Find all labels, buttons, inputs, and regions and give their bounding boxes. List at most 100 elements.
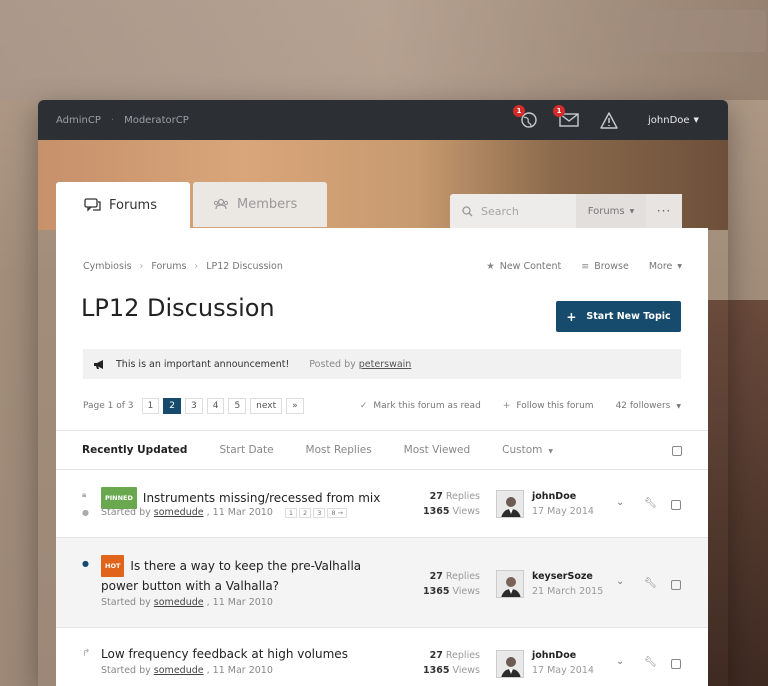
start-new-topic-label: Start New Topic <box>586 311 671 322</box>
topic-title-text: Is there a way to keep the pre-Valhalla … <box>101 559 362 593</box>
topic-page-link[interactable]: 3 <box>313 507 326 518</box>
tab-members[interactable]: Members <box>193 182 327 227</box>
replies-label: Replies <box>445 571 480 582</box>
reports-button[interactable] <box>596 109 622 131</box>
last-post-info: johnDoe 17 May 2014 <box>532 648 594 678</box>
follow-forum-link[interactable]: + Follow this forum <box>503 401 594 411</box>
announcement-meta: Posted by peterswain <box>309 359 411 370</box>
mark-read-label: Mark this forum as read <box>373 401 481 411</box>
tab-forums[interactable]: Forums <box>56 182 190 228</box>
messages-button[interactable]: 1 <box>553 105 582 131</box>
page-indicator: Page 1 of 3 <box>83 401 134 411</box>
caret-down-icon: ▼ <box>629 207 635 215</box>
sort-most-replies[interactable]: Most Replies <box>306 444 372 456</box>
breadcrumb-item[interactable]: Cymbiosis <box>83 261 132 272</box>
select-all-checkbox[interactable] <box>672 446 682 456</box>
admincp-link[interactable]: AdminCP <box>56 115 101 126</box>
sort-start-date[interactable]: Start Date <box>219 444 273 456</box>
breadcrumb-item[interactable]: Forums <box>151 261 186 272</box>
wrench-icon[interactable]: 🔧︎ <box>644 498 657 509</box>
page-link[interactable]: 4 <box>206 398 225 414</box>
sort-recently-updated[interactable]: Recently Updated <box>82 444 187 456</box>
chevron-down-icon[interactable]: ⌄ <box>616 497 624 508</box>
topic-title[interactable]: HOT Is there a way to keep the pre-Valhal… <box>101 555 381 595</box>
nav-separator: · <box>110 114 115 126</box>
new-content-label: New Content <box>499 261 562 272</box>
topic-author-link[interactable]: somedude <box>154 597 204 608</box>
last-poster-link[interactable]: johnDoe <box>532 489 594 504</box>
background-ghost-button <box>630 10 766 52</box>
avatar[interactable] <box>496 490 524 518</box>
wrench-icon[interactable]: 🔧︎ <box>644 657 657 668</box>
topic-page-link[interactable]: 2 <box>299 507 312 518</box>
notifications-badge: 1 <box>513 105 525 117</box>
browse-link[interactable]: ≡ Browse <box>581 261 629 272</box>
page-link[interactable]: 3 <box>184 398 203 414</box>
new-content-link[interactable]: ★ New Content <box>486 261 561 272</box>
topic-date: , 11 Mar 2010 <box>206 507 273 518</box>
avatar[interactable] <box>496 650 524 678</box>
announcement-author-link[interactable]: peterswain <box>359 359 412 370</box>
plus-icon: + <box>502 401 511 411</box>
unread-dot-icon: ● <box>82 559 89 568</box>
sort-most-viewed[interactable]: Most Viewed <box>404 444 470 456</box>
announcement-text[interactable]: This is an important announcement! <box>116 359 289 370</box>
chevron-down-icon[interactable]: ⌄ <box>616 656 624 667</box>
last-poster-link[interactable]: johnDoe <box>532 648 594 663</box>
search-scope-dropdown[interactable]: Forums ▼ <box>576 194 646 228</box>
last-post-date: 17 May 2014 <box>532 665 594 676</box>
next-page-link[interactable]: next <box>250 398 283 414</box>
tab-members-label: Members <box>237 197 298 212</box>
pagination-row: Page 1 of 3 1 2 3 4 5 next » ✓ Mark this … <box>83 398 681 414</box>
page-link[interactable]: 1 <box>141 398 160 414</box>
topic-checkbox[interactable] <box>671 659 681 669</box>
search-input[interactable]: Search <box>450 194 576 228</box>
topic-page-link[interactable]: 8 → <box>327 507 347 518</box>
messages-badge: 1 <box>553 105 565 117</box>
more-dropdown[interactable]: More ▼ <box>649 261 682 272</box>
topic-author-link[interactable]: somedude <box>154 507 204 518</box>
replies-label: Replies <box>445 650 480 661</box>
caret-down-icon: ▼ <box>677 263 682 270</box>
last-poster-link[interactable]: keyserSoze <box>532 569 603 584</box>
caret-down-icon: ▼ <box>676 402 681 410</box>
page-actions: ★ New Content ≡ Browse More ▼ <box>466 261 682 272</box>
topic-checkbox[interactable] <box>671 580 681 590</box>
last-page-link[interactable]: » <box>286 398 304 414</box>
page-link-active[interactable]: 2 <box>163 398 181 414</box>
caret-down-icon: ▼ <box>548 448 553 455</box>
search-icon <box>462 205 473 216</box>
chevron-down-icon[interactable]: ⌄ <box>616 576 624 587</box>
search-options-button[interactable]: ··· <box>646 194 682 228</box>
page-title: LP12 Discussion <box>81 294 275 322</box>
megaphone-icon <box>94 359 103 369</box>
topic-meta: Started by somedude , 11 Mar 2010 <box>101 597 273 608</box>
topic-title-text: Instruments missing/recessed from mix <box>142 491 381 505</box>
breadcrumb-item[interactable]: LP12 Discussion <box>206 261 283 272</box>
replies-label: Replies <box>445 491 480 502</box>
topic-checkbox[interactable] <box>671 500 681 510</box>
topic-title[interactable]: Low frequency feedback at high volumes <box>101 645 348 663</box>
breadcrumb-separator: › <box>139 261 144 272</box>
topic-author-link[interactable]: somedude <box>154 665 204 676</box>
topic-title[interactable]: PINNED Instruments missing/recessed from … <box>101 487 380 509</box>
followers-dropdown[interactable]: 42 followers ▼ <box>616 401 681 411</box>
mark-read-link[interactable]: ✓ Mark this forum as read <box>360 401 481 411</box>
announcement-bar: This is an important announcement! Poste… <box>83 349 681 379</box>
breadcrumb: Cymbiosis › Forums › LP12 Discussion <box>83 261 283 272</box>
notifications-button[interactable]: 1 <box>513 105 542 131</box>
moderatorcp-link[interactable]: ModeratorCP <box>124 115 189 126</box>
last-post-date: 21 March 2015 <box>532 586 604 597</box>
topic-page-link[interactable]: 1 <box>284 507 298 518</box>
views-label: Views <box>452 665 481 676</box>
started-by-label: Started by <box>101 507 151 518</box>
reply-count: 27 <box>429 650 443 661</box>
wrench-icon[interactable]: 🔧︎ <box>644 578 657 589</box>
sort-custom[interactable]: Custom ▼ <box>502 444 553 456</box>
avatar[interactable] <box>496 570 524 598</box>
start-new-topic-button[interactable]: + Start New Topic <box>556 301 681 332</box>
page-link[interactable]: 5 <box>228 398 247 414</box>
started-by-label: Started by <box>101 597 151 608</box>
last-post-date: 17 May 2014 <box>532 506 594 517</box>
user-menu[interactable]: johnDoe ▼ <box>648 100 699 140</box>
